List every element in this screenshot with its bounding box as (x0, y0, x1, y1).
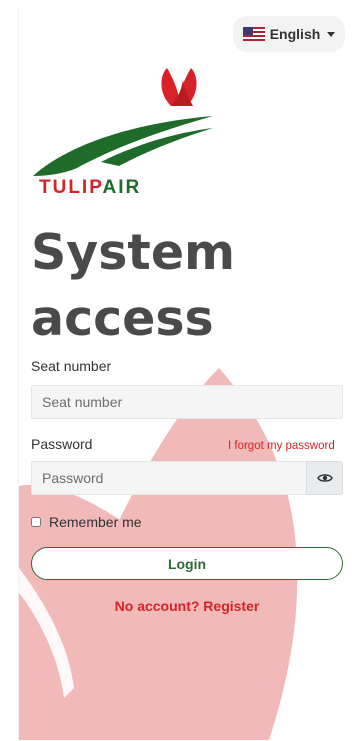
remember-me-checkbox[interactable] (31, 517, 41, 527)
us-flag-icon (242, 27, 265, 41)
brand-name-part1: TULIP (39, 177, 103, 198)
brand-wordmark: TULIPAIR (39, 178, 141, 198)
seat-number-label: Seat number (31, 358, 112, 374)
forgot-password-link[interactable]: I forgot my password (228, 440, 335, 452)
password-label: Password (31, 436, 93, 452)
remember-me-label: Remember me (49, 514, 142, 530)
show-password-button[interactable] (306, 461, 343, 495)
language-label: English (269, 26, 321, 42)
password-input[interactable] (31, 461, 307, 495)
page-title: System access (31, 224, 236, 347)
brand-name-part2: AIR (102, 177, 142, 198)
login-panel: English TULIPAIR System access Seat numb… (18, 8, 355, 740)
register-link[interactable]: No account? Register (19, 598, 355, 614)
eye-icon (316, 474, 333, 482)
login-button[interactable]: Login (31, 547, 343, 580)
remember-me[interactable]: Remember me (31, 514, 142, 530)
language-selector[interactable]: English (233, 16, 345, 52)
seat-number-input[interactable] (31, 385, 343, 419)
caret-down-icon (327, 31, 336, 37)
